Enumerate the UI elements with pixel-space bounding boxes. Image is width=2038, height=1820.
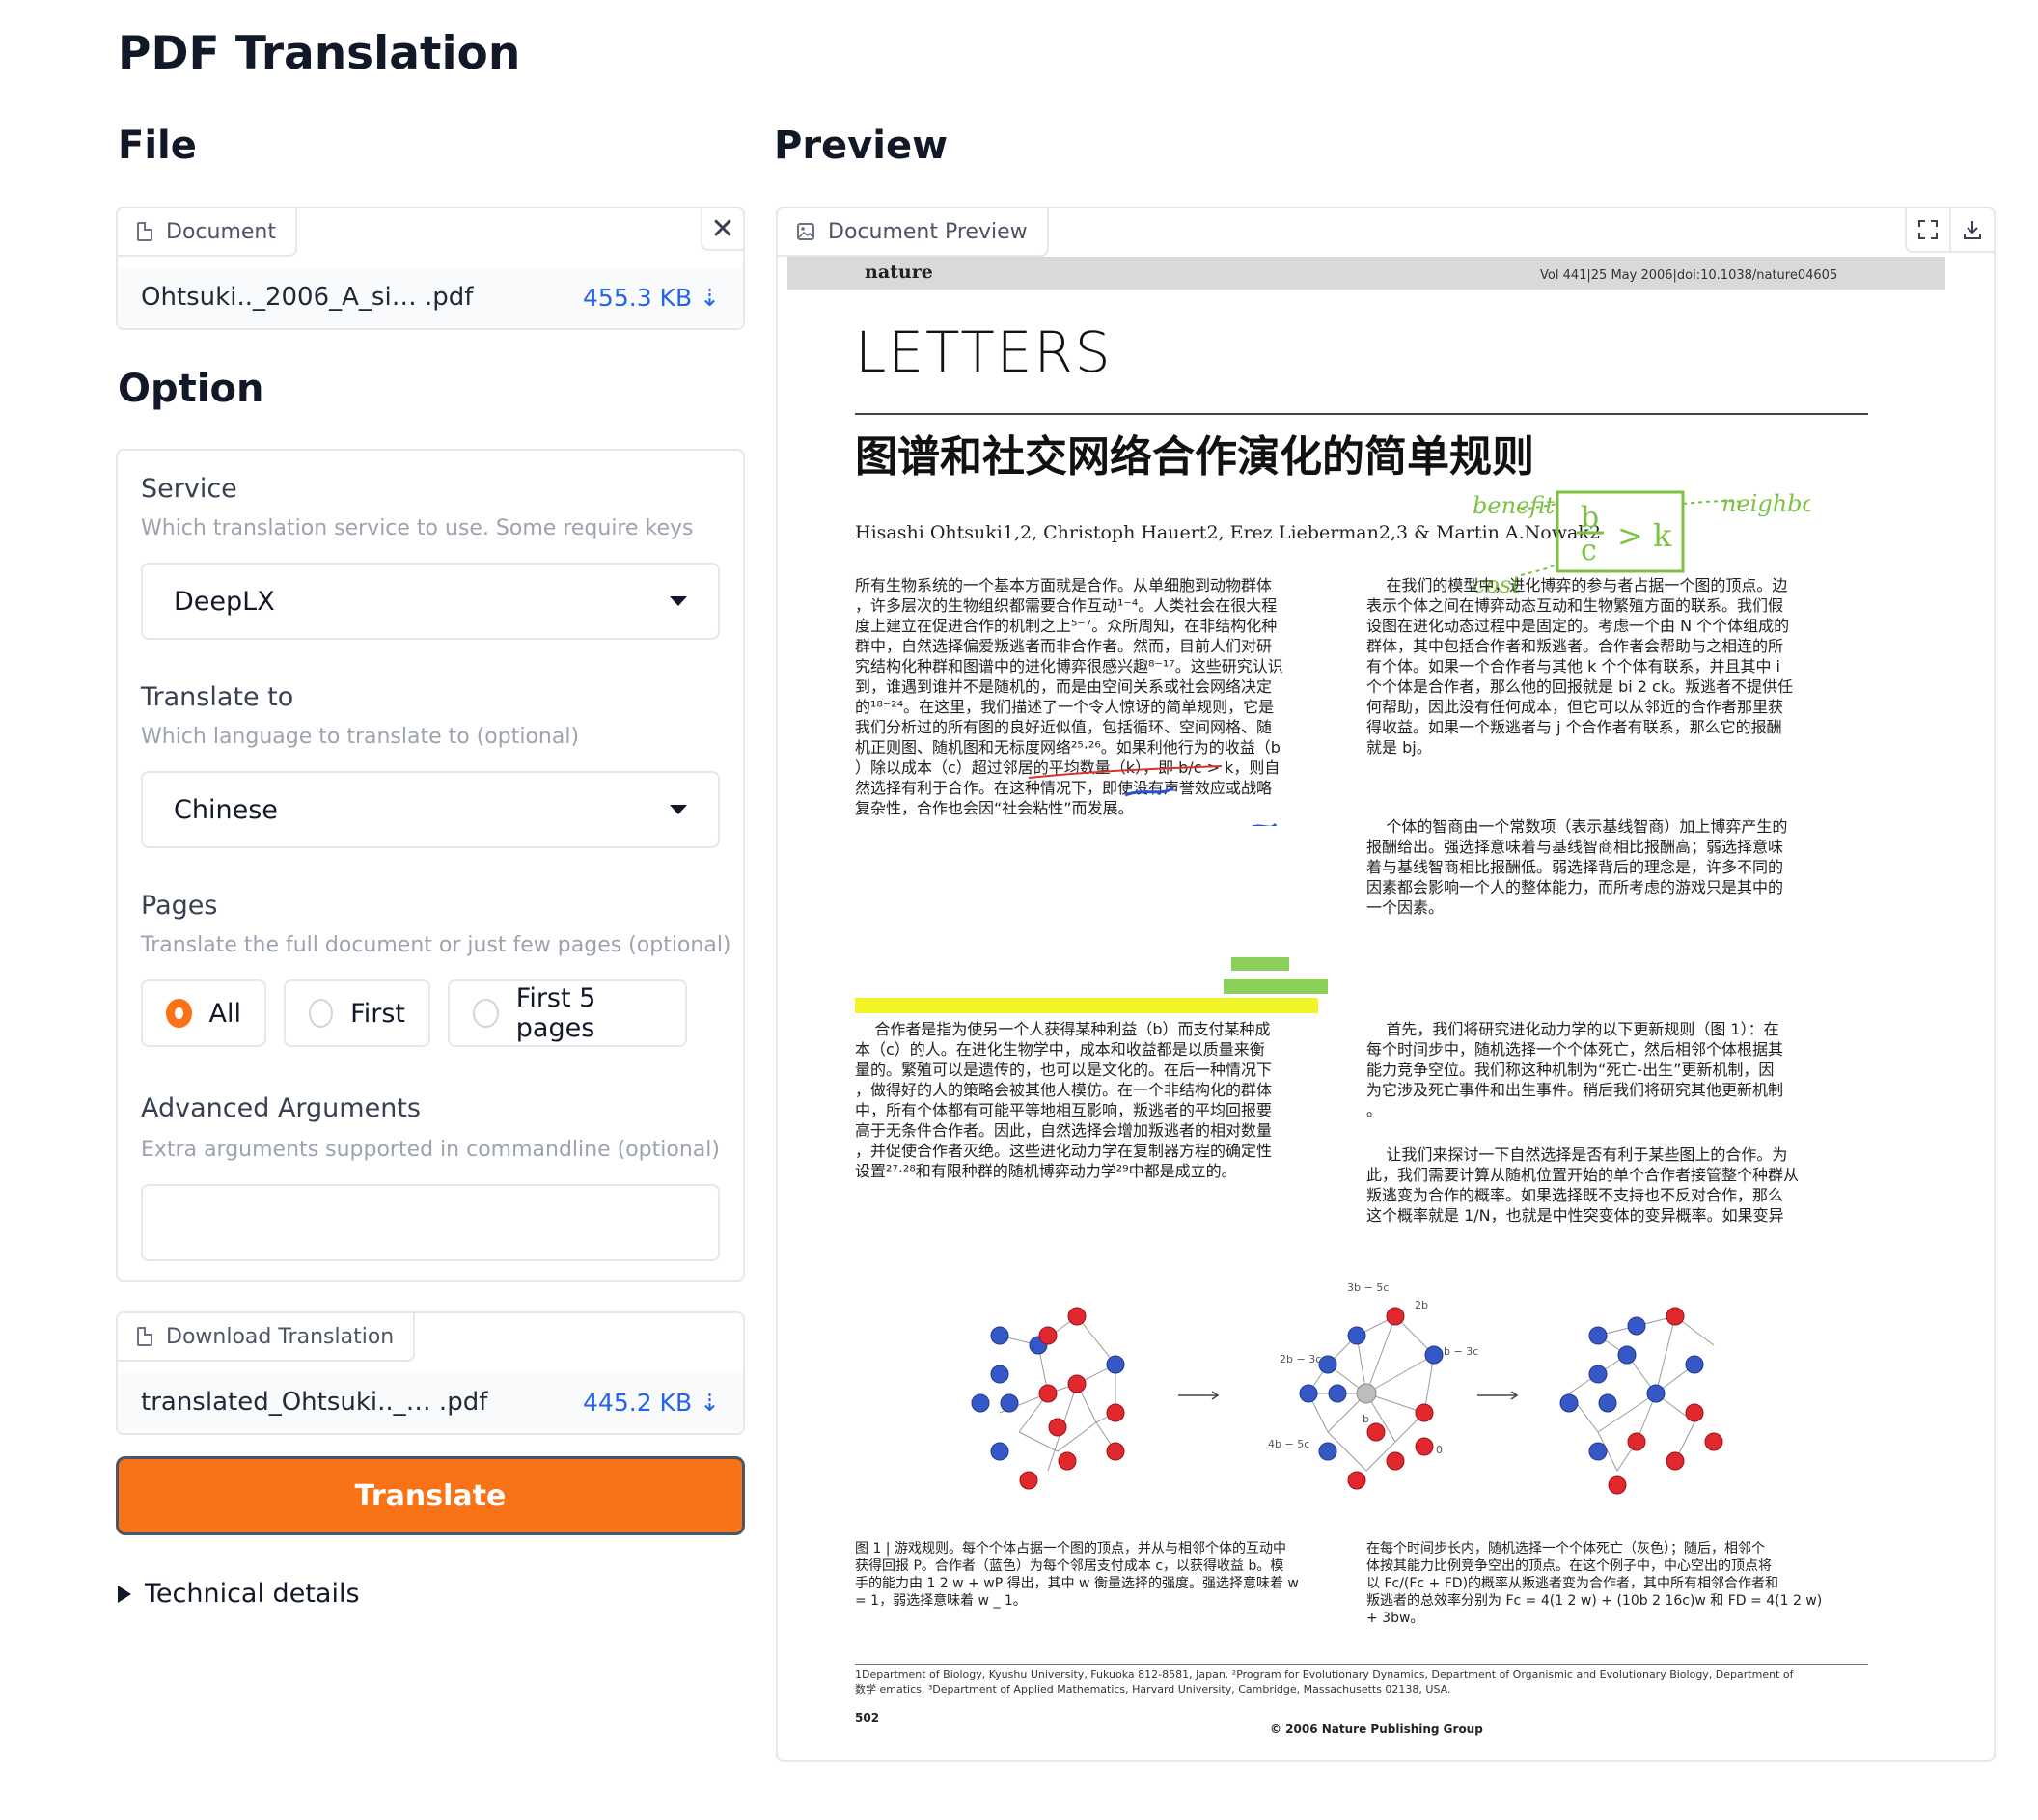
fullscreen-icon[interactable] — [1907, 208, 1949, 251]
highlight-mark — [855, 998, 1318, 1013]
title-rule — [855, 413, 1868, 415]
pages-option-first-5[interactable]: First 5 pages — [448, 979, 687, 1047]
file-heading: File — [118, 124, 197, 168]
pen-markup — [1028, 765, 1278, 826]
figure-1-graphs: 3b − 5c 2b 2b − 3c b − 3c 4b − 5c b 0 — [971, 1282, 1723, 1495]
svg-text:3b − 5c: 3b − 5c — [1347, 1282, 1389, 1294]
options-panel: Service Which translation service to use… — [116, 449, 745, 1282]
download-icon[interactable] — [1949, 208, 1994, 251]
clear-file-button[interactable]: ✕ — [701, 208, 743, 251]
citation: Vol 441|25 May 2006|doi:10.1038/nature04… — [1540, 268, 1838, 283]
pages-info: Translate the full document or just few … — [141, 933, 731, 957]
document-upload[interactable]: Document ✕ Ohtsuki.._2006_A_si… .pdf 455… — [116, 207, 745, 330]
translate-to-info: Which language to translate to (optional… — [141, 725, 580, 749]
document-preview: Document Preview nature Vol 441|25 May 2… — [776, 207, 1996, 1762]
body-col2-para2: 个体的智商由一个常数项（表示基线智商）加上博弈产生的 报酬给出。强选择意味着与基… — [1366, 817, 1788, 917]
triangle-right-icon[interactable] — [118, 1585, 131, 1603]
preview-toolbar — [1905, 208, 1994, 253]
footnote: 1Department of Biology, Kyushu Universit… — [855, 1668, 1794, 1696]
technical-details-toggle[interactable]: Technical details — [118, 1579, 360, 1609]
svg-text:2b − 3c: 2b − 3c — [1280, 1353, 1321, 1365]
svg-text:benefit: benefit — [1473, 492, 1555, 519]
body-col2-para4: 让我们来探讨一下自然选择是否有利于某些图上的合作。为 此，我们需要计算从随机位置… — [1366, 1145, 1800, 1225]
advanced-label: Advanced Arguments — [141, 1093, 421, 1123]
uploaded-file-download-link[interactable]: 455.3 KB ⇣ — [583, 284, 720, 312]
svg-text:c: c — [1581, 534, 1597, 567]
uploaded-filename: Ohtsuki.._2006_A_si… .pdf — [141, 283, 474, 312]
option-heading: Option — [118, 367, 264, 411]
service-info: Which translation service to use. Some r… — [141, 516, 694, 540]
document-label: Document — [118, 208, 297, 257]
highlight-mark — [1231, 957, 1289, 971]
journal-name: nature — [865, 262, 933, 283]
service-value: DeepLX — [174, 586, 275, 617]
svg-text:b − 3c: b − 3c — [1444, 1345, 1478, 1358]
page-number: 502 — [855, 1711, 880, 1724]
language-value: Chinese — [174, 794, 278, 825]
close-icon[interactable]: ✕ — [710, 212, 734, 246]
service-dropdown[interactable]: DeepLX — [141, 563, 720, 640]
translate-button[interactable]: Translate — [116, 1456, 745, 1535]
language-dropdown[interactable]: Chinese — [141, 771, 720, 848]
download-translation: Download Translation translated_Ohtsuki.… — [116, 1311, 745, 1435]
download-label: Download Translation — [118, 1313, 416, 1362]
radio-icon[interactable] — [473, 999, 499, 1028]
file-icon — [137, 1327, 152, 1346]
radio-selected-icon[interactable] — [166, 999, 192, 1028]
copyright: © 2006 Nature Publishing Group — [1270, 1723, 1483, 1736]
document-preview-label: Document Preview — [778, 208, 1049, 257]
svg-text:b: b — [1581, 501, 1599, 535]
translated-file-row: translated_Ohtsuki.._… .pdf 445.2 KB ⇣ — [118, 1373, 743, 1431]
page-title: PDF Translation — [118, 27, 521, 80]
radio-icon[interactable] — [309, 999, 334, 1028]
figure-caption-left: 图 1 | 游戏规则。每个个体占据一个图的顶点，并从与相邻个体的互动中 获得回报… — [855, 1541, 1299, 1609]
figure-caption-right: 在每个时间步长内，随机选择一个个体死亡（灰色）；随后，相邻个 体按其能力比例竞争… — [1366, 1541, 1823, 1626]
svg-text:0: 0 — [1436, 1444, 1443, 1456]
pages-option-all[interactable]: All — [141, 979, 266, 1047]
pdf-page: nature Vol 441|25 May 2006|doi:10.1038/n… — [787, 257, 1945, 1758]
file-icon — [137, 222, 152, 241]
body-col2-para3: 首先，我们将研究进化动力学的以下更新规则（图 1）：在 每个时间步中，随机选择一… — [1366, 1020, 1784, 1119]
chevron-down-icon[interactable] — [670, 805, 687, 814]
footnote-rule — [855, 1664, 1868, 1665]
svg-text:2b: 2b — [1415, 1299, 1428, 1311]
svg-text:b: b — [1363, 1413, 1369, 1425]
body-col1-para2: 合作者是指为使另一个人获得某种利益（b）而支付某种成 本（c）的人。在进化生物学… — [855, 1020, 1273, 1180]
pages-label: Pages — [141, 891, 218, 921]
section-heading: LETTERS — [855, 319, 1113, 385]
svg-text:neighbor: neighbor — [1721, 490, 1810, 517]
advanced-arguments-input[interactable] — [141, 1184, 720, 1261]
service-label: Service — [141, 474, 237, 504]
image-icon — [797, 223, 814, 240]
translate-to-label: Translate to — [141, 682, 294, 712]
svg-text:> k: > k — [1617, 517, 1672, 554]
advanced-info: Extra arguments supported in commandline… — [141, 1138, 720, 1162]
preview-heading: Preview — [774, 124, 949, 168]
svg-text:4b − 5c: 4b − 5c — [1268, 1438, 1309, 1450]
translated-filename: translated_Ohtsuki.._… .pdf — [141, 1388, 488, 1417]
pages-option-first[interactable]: First — [284, 979, 430, 1047]
article-title: 图谱和社交网络合作演化的简单规则 — [855, 432, 1534, 482]
body-col2-para1: 在我们的模型中，进化博弈的参与者占据一个图的顶点。边 表示个体之间在博弈动态互动… — [1366, 576, 1794, 757]
translated-file-download-link[interactable]: 445.2 KB ⇣ — [583, 1389, 720, 1417]
highlight-mark — [1224, 979, 1328, 994]
chevron-down-icon[interactable] — [670, 596, 687, 606]
uploaded-file-row: Ohtsuki.._2006_A_si… .pdf 455.3 KB ⇣ — [118, 268, 743, 326]
